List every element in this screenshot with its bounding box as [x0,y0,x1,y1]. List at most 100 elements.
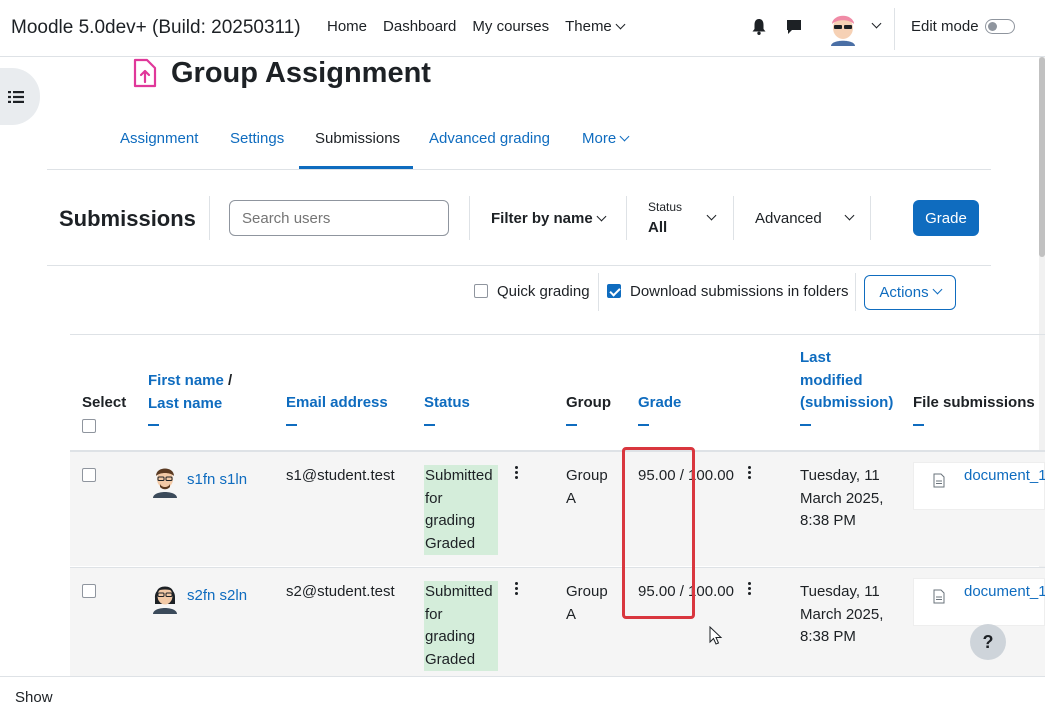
advanced-filter-dropdown[interactable]: Advanced [755,210,822,227]
divider [47,265,991,266]
nav-dashboard[interactable]: Dashboard [383,18,456,35]
document-icon [933,473,945,488]
header-select: Select [82,394,127,411]
sort-last-modified[interactable]: Last modified (submission) [800,349,893,411]
quick-grading-checkbox[interactable] [474,284,488,298]
filter-by-name-dropdown[interactable]: Filter by name [491,210,607,227]
chevron-down-icon[interactable] [706,210,717,221]
header-grade: Grade [638,392,681,426]
grade-highlight-box [622,447,695,619]
status-menu-icon[interactable] [515,582,519,596]
tab-assignment[interactable]: Assignment [120,130,198,147]
nav-home[interactable]: Home [327,18,367,35]
student-email: s1@student.test [286,467,395,484]
header-file-submissions: File submissions [913,392,1035,426]
sort-status[interactable]: Status [424,394,470,411]
status-badge: Submitted for grading Graded [424,581,498,671]
collapse-column-icon[interactable] [424,423,435,426]
divider [598,273,599,311]
last-modified-cell: Tuesday, 11 March 2025, 8:38 PM [800,467,884,529]
secondary-nav: Assignment Settings Submissions Advanced… [47,115,991,170]
user-avatar[interactable] [827,10,859,46]
header-name: First name / Last name [148,370,232,426]
chevron-down-icon[interactable] [871,18,882,29]
site-name[interactable]: Moodle 5.0dev+ (Build: 20250311) [11,17,301,39]
top-navbar: Moodle 5.0dev+ (Build: 20250311) Home Da… [0,0,1045,57]
row-select-checkbox[interactable] [82,468,96,482]
chevron-down-icon [596,211,607,222]
chevron-down-icon [615,19,626,30]
primary-nav: Home Dashboard My courses Theme [327,18,656,35]
header-status: Status [424,392,470,426]
student-name-link[interactable]: s2fn s2ln [187,585,247,608]
last-modified-cell: Tuesday, 11 March 2025, 8:38 PM [800,583,884,645]
divider [626,196,627,240]
file-submission-cell: document_1 [913,462,1045,510]
divider [870,196,871,240]
group-cell: Group A [566,467,608,507]
help-button[interactable]: ? [970,624,1006,660]
tab-settings[interactable]: Settings [230,130,284,147]
page-title: Group Assignment [171,57,431,89]
student-avatar [153,586,177,614]
quick-grading-label[interactable]: Quick grading [497,283,590,300]
table-row [70,450,1045,566]
table-row [70,567,1045,676]
file-submission-cell: document_1 [913,578,1045,626]
sort-email[interactable]: Email address [286,394,388,411]
divider [70,334,1045,335]
sort-grade[interactable]: Grade [638,394,681,411]
tab-submissions[interactable]: Submissions [315,130,400,147]
collapse-column-icon[interactable] [800,423,811,426]
status-filter-label: Status [648,200,683,214]
tab-advanced-grading[interactable]: Advanced grading [429,130,550,147]
status-menu-icon[interactable] [515,466,519,480]
status-filter-value[interactable]: All [648,219,667,236]
chevron-down-icon[interactable] [844,210,855,221]
header-last-modified: Last modified (submission) [800,347,893,426]
messages-icon[interactable] [786,19,802,35]
download-in-folders-label[interactable]: Download submissions in folders [630,283,848,300]
collapse-column-icon[interactable] [148,424,159,426]
divider [855,273,856,311]
nav-divider [894,8,895,50]
mouse-cursor-icon [709,626,723,645]
collapse-column-icon[interactable] [566,423,577,426]
bell-icon[interactable] [752,19,766,35]
actions-button[interactable]: Actions [864,275,956,310]
sort-first-name[interactable]: First name [148,372,224,389]
select-all-checkbox[interactable] [82,419,96,433]
sort-last-name[interactable]: Last name [148,395,222,412]
chevron-down-icon [619,131,630,142]
course-index-toggle[interactable] [0,68,40,125]
group-cell: Group A [566,583,608,623]
grade-menu-icon[interactable] [748,466,752,480]
edit-mode-label: Edit mode [911,18,979,35]
edit-mode-toggle[interactable] [985,19,1015,34]
student-email: s2@student.test [286,583,395,600]
tab-more[interactable]: More [582,130,630,147]
list-icon [8,90,24,103]
document-icon [933,589,945,604]
collapse-column-icon[interactable] [286,423,297,426]
row-select-checkbox[interactable] [82,584,96,598]
file-link[interactable]: document_1 [964,581,1045,604]
collapse-column-icon[interactable] [638,423,649,426]
active-tab-indicator [299,166,413,169]
download-in-folders-checkbox[interactable] [607,284,621,298]
grade-menu-icon[interactable] [748,582,752,596]
header-group: Group [566,392,611,426]
nav-theme[interactable]: Theme [565,18,640,35]
student-avatar [153,468,177,498]
header-email: Email address [286,392,388,426]
grade-button[interactable]: Grade [913,200,979,236]
divider [209,196,210,240]
file-link[interactable]: document_1 [964,465,1045,488]
student-name-link[interactable]: s1fn s1ln [187,469,247,492]
nav-my-courses[interactable]: My courses [472,18,549,35]
chevron-down-icon [932,284,943,295]
search-users-input[interactable] [229,200,449,236]
collapse-column-icon[interactable] [913,423,924,426]
show-footer-button[interactable]: Show [15,689,53,706]
footer-bar: Show [0,676,1045,709]
